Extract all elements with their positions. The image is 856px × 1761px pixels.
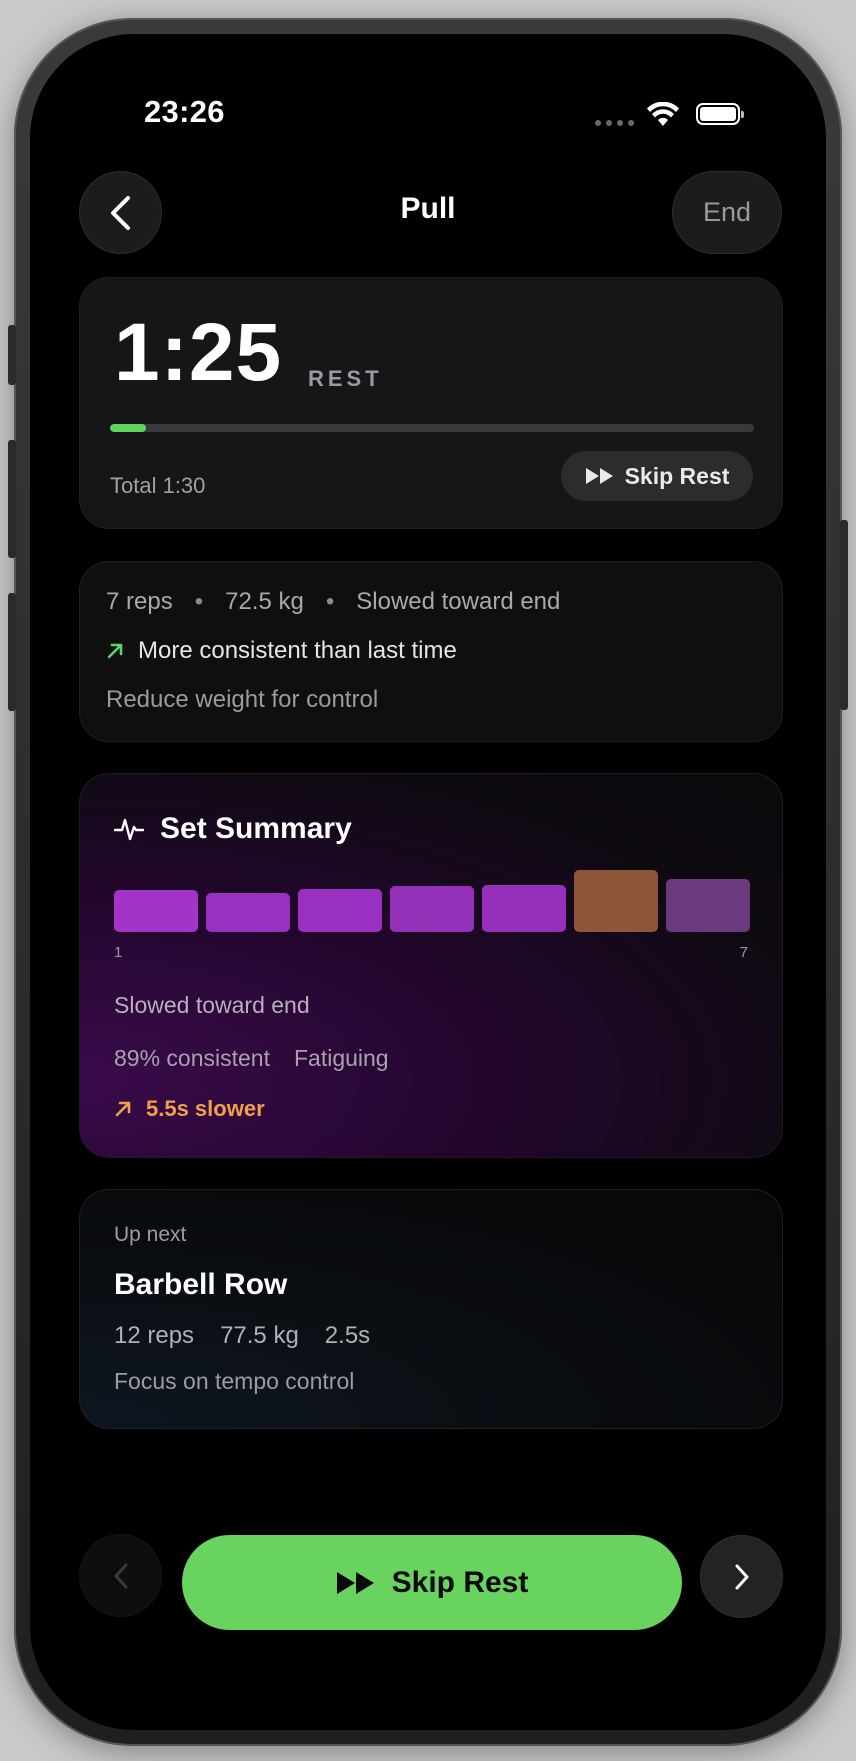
previous-button[interactable] [79, 1534, 162, 1617]
skip-rest-small-label: Skip Rest [624, 462, 730, 489]
trend-text: More consistent than last time [138, 637, 457, 664]
rep-bar-5 [482, 884, 566, 932]
chevron-left-icon [114, 1563, 127, 1588]
cellular-signal-icon [595, 120, 634, 126]
set-summary-title: Set Summary [160, 812, 352, 845]
last-set-card: 7 reps • 72.5 kg • Slowed toward end Mor… [79, 561, 783, 742]
fatigue-state: Fatiguing [293, 1045, 389, 1071]
rep-bar-1 [114, 889, 198, 932]
wifi-icon [647, 102, 679, 126]
rep-bar-4 [390, 886, 474, 932]
skip-rest-button[interactable]: Skip Rest [182, 1535, 682, 1630]
up-next-card[interactable]: Up next Barbell Row 12 reps 77.5 kg 2.5s… [79, 1189, 783, 1429]
arrow-up-right-icon [115, 1101, 131, 1117]
next-weight: 77.5 kg [220, 1322, 299, 1349]
last-set-reps: 7 reps [106, 588, 173, 615]
volume-down-button [8, 593, 16, 711]
status-time: 23:26 [144, 94, 225, 129]
rest-total-label: Total 1:30 [110, 473, 206, 498]
next-reps: 12 reps [114, 1322, 195, 1349]
last-set-note: Slowed toward end [356, 588, 561, 615]
set-summary-header: Set Summary [114, 812, 352, 846]
rep-bar-7 [666, 879, 750, 932]
battery-icon [696, 103, 744, 125]
chart-axis-max: 7 [739, 944, 748, 961]
next-exercise-name: Barbell Row [114, 1268, 288, 1301]
rest-progress-bar [110, 424, 754, 432]
skip-rest-small-button[interactable]: Skip Rest [561, 451, 753, 501]
next-exercise-stats: 12 reps 77.5 kg 2.5s [114, 1322, 370, 1350]
action-button [8, 325, 16, 385]
rep-bar-3 [298, 888, 382, 932]
volume-up-button [8, 440, 16, 558]
arrow-up-right-icon [107, 643, 123, 659]
separator-dot: • [325, 588, 335, 615]
chevron-right-icon [735, 1564, 748, 1589]
rest-progress-fill [110, 424, 147, 432]
end-workout-button[interactable]: End [672, 171, 782, 254]
power-button [840, 520, 848, 710]
rep-bar-2 [206, 892, 290, 932]
last-set-weight: 72.5 kg [225, 588, 304, 615]
advice-text: Reduce weight for control [106, 686, 379, 713]
rest-timer-value: 1:25 [114, 307, 283, 398]
next-tempo: 2.5s [324, 1322, 371, 1349]
fast-forward-icon [585, 468, 613, 484]
trend-row: More consistent than last time [106, 637, 457, 665]
tempo-delta-text: 5.5s slower [146, 1096, 265, 1121]
set-summary-card[interactable]: Set Summary 1 7 Slowed toward end 89% co… [79, 773, 783, 1158]
tempo-delta: 5.5s slower [114, 1096, 265, 1122]
summary-stats: 89% consistent Fatiguing [114, 1045, 389, 1072]
summary-note: Slowed toward end [114, 992, 310, 1018]
skip-rest-label: Skip Rest [391, 1565, 529, 1599]
rest-timer-label: REST [308, 366, 383, 391]
last-set-metrics: 7 reps • 72.5 kg • Slowed toward end [106, 588, 560, 616]
separator-dot: • [194, 588, 204, 615]
rep-tempo-chart [114, 870, 750, 932]
next-focus-text: Focus on tempo control [114, 1368, 355, 1394]
chart-axis-min: 1 [114, 944, 123, 961]
rest-timer-card: 1:25 REST Total 1:30 Skip Rest [79, 277, 783, 529]
fast-forward-icon [336, 1571, 374, 1594]
rep-bar-6 [574, 870, 658, 932]
screen: 23:26 Pull End 1:25 REST Total 1:30 Skip… [30, 34, 826, 1730]
pulse-icon [114, 818, 144, 841]
up-next-label: Up next [114, 1223, 187, 1246]
consistency-value: 89% consistent [114, 1045, 270, 1071]
next-button[interactable] [700, 1535, 783, 1618]
